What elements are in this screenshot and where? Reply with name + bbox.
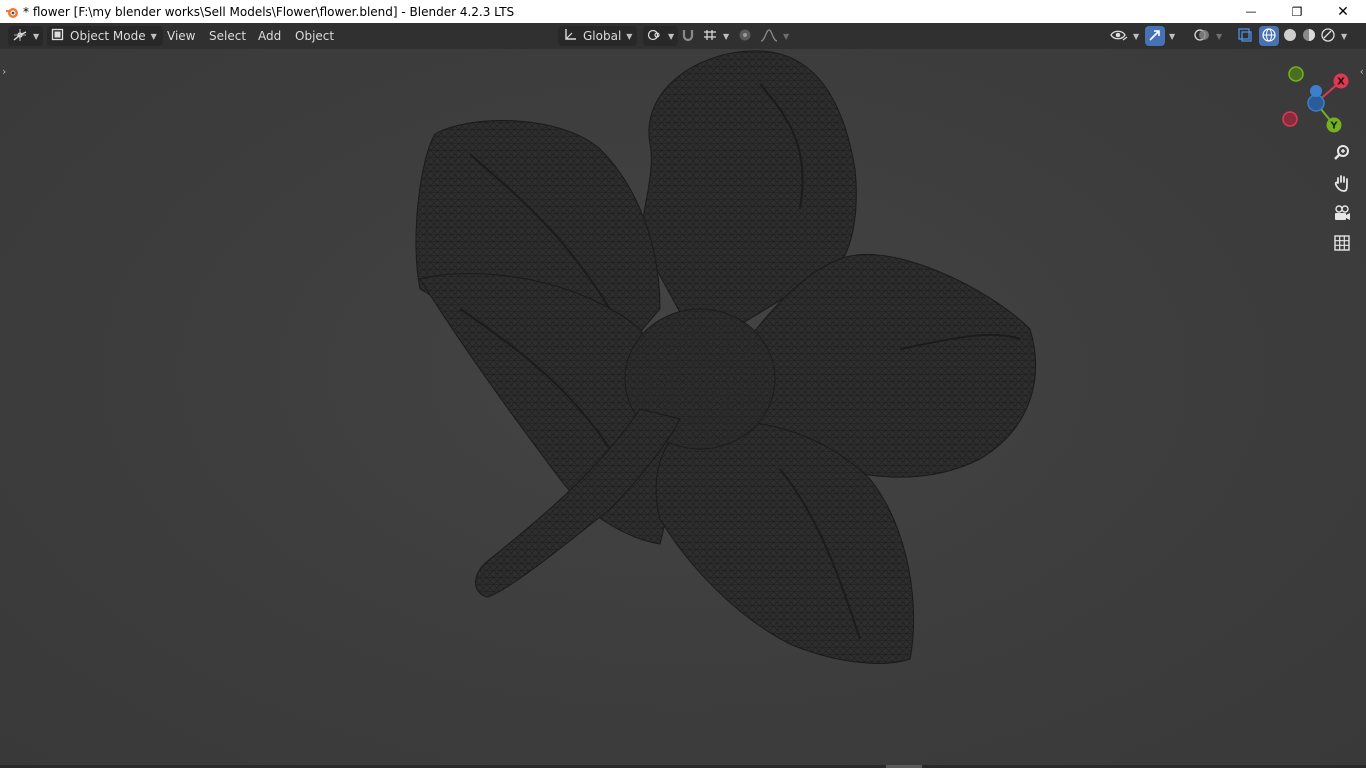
chevron-down-icon: ▼ — [1216, 31, 1223, 41]
editor-type-icon — [12, 28, 28, 45]
pan-button[interactable] — [1330, 173, 1354, 197]
orientation-icon — [563, 28, 577, 45]
pivot-icon — [647, 28, 663, 45]
visibility-dropdown[interactable]: ▼ — [1110, 26, 1139, 46]
z-axis-handle[interactable] — [1307, 94, 1325, 112]
menu-view-label: View — [167, 29, 196, 43]
solid-sphere-icon — [1282, 27, 1298, 46]
blender-logo-icon — [5, 5, 19, 19]
chevron-down-icon: ▼ — [783, 31, 790, 41]
chevron-down-icon: ▼ — [626, 31, 633, 41]
shading-dropdown[interactable]: ▼ — [1338, 26, 1350, 46]
eye-icon — [1110, 28, 1128, 45]
snap-target-dropdown[interactable]: ▼ — [700, 26, 731, 46]
perspective-toggle-button[interactable] — [1330, 233, 1354, 257]
chevron-down-icon: ▼ — [150, 31, 157, 41]
pivot-point-dropdown[interactable]: ▼ — [643, 26, 679, 46]
chevron-down-icon: ▼ — [33, 31, 40, 41]
object-mode-icon — [51, 28, 64, 44]
neg-y-axis-handle[interactable] — [1288, 66, 1304, 82]
menu-select-label: Select — [209, 29, 247, 43]
restore-icon: ❐ — [1291, 4, 1303, 19]
minimize-icon: — — [1245, 5, 1257, 18]
viewport-header: ▼ Object Mode ▼ View Select Add Object G… — [0, 23, 1366, 49]
menu-object-label: Object — [295, 29, 335, 43]
chevron-down-icon: ▼ — [1341, 31, 1348, 41]
neg-x-axis-handle[interactable] — [1282, 111, 1298, 127]
pos-z-axis-handle[interactable] — [1310, 85, 1322, 97]
menu-select[interactable]: Select — [202, 26, 253, 46]
wireframe-sphere-icon — [1261, 27, 1277, 46]
chevron-down-icon: ▼ — [723, 31, 730, 41]
chevron-down-icon: ▼ — [1169, 31, 1176, 41]
editor-type-dropdown[interactable]: ▼ — [8, 26, 44, 46]
menu-add[interactable]: Add — [251, 26, 288, 46]
close-icon: ✕ — [1337, 3, 1349, 20]
close-button[interactable]: ✕ — [1320, 0, 1366, 23]
overlays-toggle[interactable] — [1191, 26, 1213, 46]
menu-object[interactable]: Object — [288, 26, 341, 46]
magnet-icon — [680, 28, 696, 45]
menu-add-label: Add — [258, 29, 282, 43]
mode-dropdown[interactable]: Object Mode ▼ — [47, 26, 163, 46]
shading-rendered-button[interactable] — [1318, 26, 1338, 46]
rendered-sphere-icon — [1320, 27, 1336, 46]
falloff-curve-icon — [760, 28, 778, 45]
minimize-button[interactable]: — — [1228, 0, 1274, 23]
gizmo-dropdown[interactable]: ▼ — [1166, 26, 1178, 46]
orientation-label: Global — [583, 29, 622, 43]
flower-mesh[interactable] — [0, 49, 1366, 768]
camera-icon — [1333, 204, 1351, 226]
menu-view[interactable]: View — [160, 26, 202, 46]
shading-wireframe-button[interactable] — [1259, 26, 1279, 46]
y-axis-label: Y — [1329, 121, 1338, 132]
chevron-down-icon: ▼ — [668, 31, 675, 41]
xray-toggle[interactable] — [1235, 26, 1255, 46]
chevron-down-icon: ▼ — [1133, 31, 1140, 41]
gizmo-arrow-icon — [1147, 27, 1163, 46]
mode-label: Object Mode — [70, 29, 146, 43]
shading-solid-button[interactable] — [1280, 26, 1300, 46]
overlays-dropdown[interactable]: ▼ — [1213, 26, 1225, 46]
overlays-icon — [1193, 27, 1211, 46]
proportional-editing-icon — [737, 28, 753, 45]
material-sphere-icon — [1301, 27, 1317, 46]
proportional-editing-toggle[interactable] — [735, 26, 755, 46]
xray-icon — [1237, 27, 1253, 46]
snap-increment-icon — [702, 28, 718, 45]
shading-material-button[interactable] — [1299, 26, 1319, 46]
snap-toggle[interactable] — [678, 26, 698, 46]
window-title: * flower [F:\my blender works\Sell Model… — [23, 4, 515, 19]
zoom-button[interactable] — [1330, 143, 1354, 167]
hand-icon — [1333, 174, 1351, 196]
gizmo-toggle[interactable] — [1145, 26, 1165, 46]
restore-button[interactable]: ❐ — [1274, 0, 1320, 23]
3d-viewport[interactable]: › ‹ X Y — [0, 49, 1366, 768]
grid-icon — [1333, 234, 1351, 256]
transform-orientation-dropdown[interactable]: Global ▼ — [558, 26, 638, 46]
falloff-dropdown[interactable]: ▼ — [758, 26, 791, 46]
magnifier-icon — [1333, 144, 1351, 166]
camera-view-button[interactable] — [1330, 203, 1354, 227]
x-axis-label: X — [1337, 77, 1345, 88]
window-titlebar: * flower [F:\my blender works\Sell Model… — [0, 0, 1366, 23]
navigation-gizmo[interactable]: X Y — [1278, 63, 1358, 143]
